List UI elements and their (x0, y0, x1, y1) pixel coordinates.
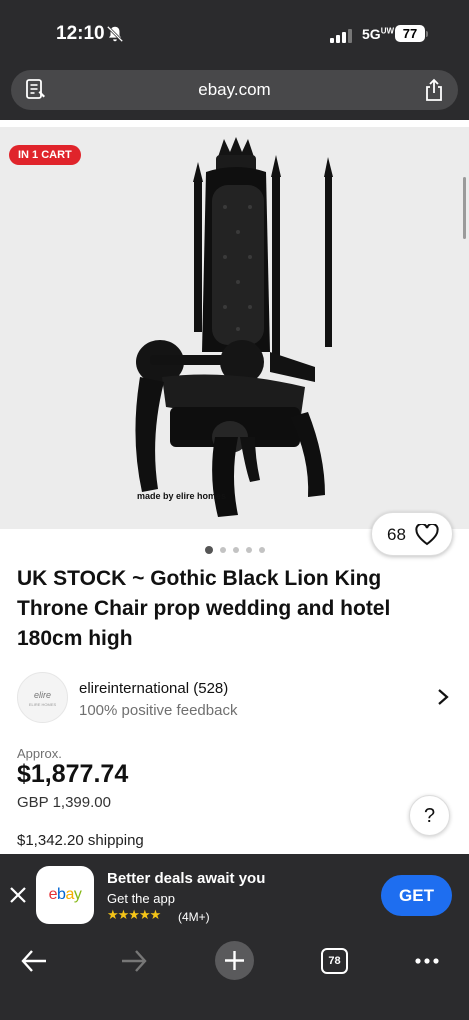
review-count: (4M+) (178, 910, 210, 924)
more-options-icon[interactable] (414, 956, 440, 966)
clock: 12:10 (56, 23, 105, 44)
product-page: IN 1 CART made by elire homes 68 UK STOC… (0, 120, 469, 854)
status-bar: 12:10 5GUW 77 (0, 0, 469, 62)
banner-headline: Better deals await you (107, 870, 266, 887)
battery-icon: 77 (395, 25, 425, 42)
address-bar[interactable]: ebay.com (11, 70, 458, 110)
url-text[interactable]: ebay.com (11, 80, 458, 100)
original-price: GBP 1,399.00 (17, 794, 111, 811)
new-tab-button[interactable] (215, 941, 254, 980)
get-app-button[interactable]: GET (381, 875, 452, 916)
seller-name[interactable]: elireinternational (528) (79, 680, 228, 697)
ebay-app-logo: ebay (36, 866, 94, 924)
image-pagination[interactable] (0, 546, 469, 554)
product-image-gallery[interactable]: IN 1 CART made by elire homes 68 (0, 127, 469, 556)
tab-switcher-button[interactable]: 78 (321, 948, 348, 974)
heart-icon (415, 524, 439, 546)
image-watermark: made by elire homes (137, 491, 227, 501)
seller-avatar: elire ELIRE HOMES (17, 672, 68, 723)
page-scrollbar[interactable] (463, 177, 466, 239)
cellular-signal-icon (330, 29, 352, 43)
star-rating-icon: ★★★★★ (107, 907, 161, 922)
help-button[interactable]: ? (409, 795, 450, 836)
battery-tip (426, 31, 428, 37)
seller-logo-text: elire (33, 690, 51, 700)
approx-label: Approx. (17, 746, 62, 761)
seller-logo-subtext: ELIRE HOMES (28, 702, 57, 707)
chevron-right-icon[interactable] (437, 688, 449, 706)
price: $1,877.74 (17, 760, 129, 788)
close-icon[interactable] (9, 886, 27, 904)
seller-feedback: 100% positive feedback (79, 702, 238, 719)
seller-card[interactable]: elire ELIRE HOMES elireinternational (52… (17, 672, 457, 724)
banner-subtext: Get the app (107, 891, 175, 906)
watch-count: 68 (387, 525, 406, 544)
back-arrow-icon[interactable] (20, 948, 48, 974)
logo-letter-a: a (65, 886, 74, 903)
image-dot-4[interactable] (245, 547, 252, 553)
plus-icon (225, 951, 244, 970)
browser-address-area: ebay.com (0, 62, 469, 120)
browser-toolbar: 78 (0, 936, 469, 1020)
image-dot-3[interactable] (232, 547, 239, 553)
bell-slash-icon (106, 25, 124, 43)
network-type: 5GUW (362, 26, 395, 42)
image-dot-2[interactable] (219, 547, 226, 553)
listing-title: UK STOCK ~ Gothic Black Lion King Throne… (17, 567, 391, 650)
forward-arrow-icon[interactable] (120, 948, 148, 974)
image-dot-1[interactable] (204, 546, 213, 554)
product-image[interactable] (120, 137, 350, 522)
logo-letter-y: y (73, 886, 82, 903)
shipping-cost: $1,342.20 shipping (17, 832, 144, 849)
in-cart-badge: IN 1 CART (9, 145, 81, 165)
image-dot-5[interactable] (258, 547, 265, 553)
app-download-banner: ebay Better deals await you Get the app … (0, 854, 469, 936)
logo-letter-e: e (48, 886, 58, 903)
share-icon[interactable] (424, 78, 444, 102)
